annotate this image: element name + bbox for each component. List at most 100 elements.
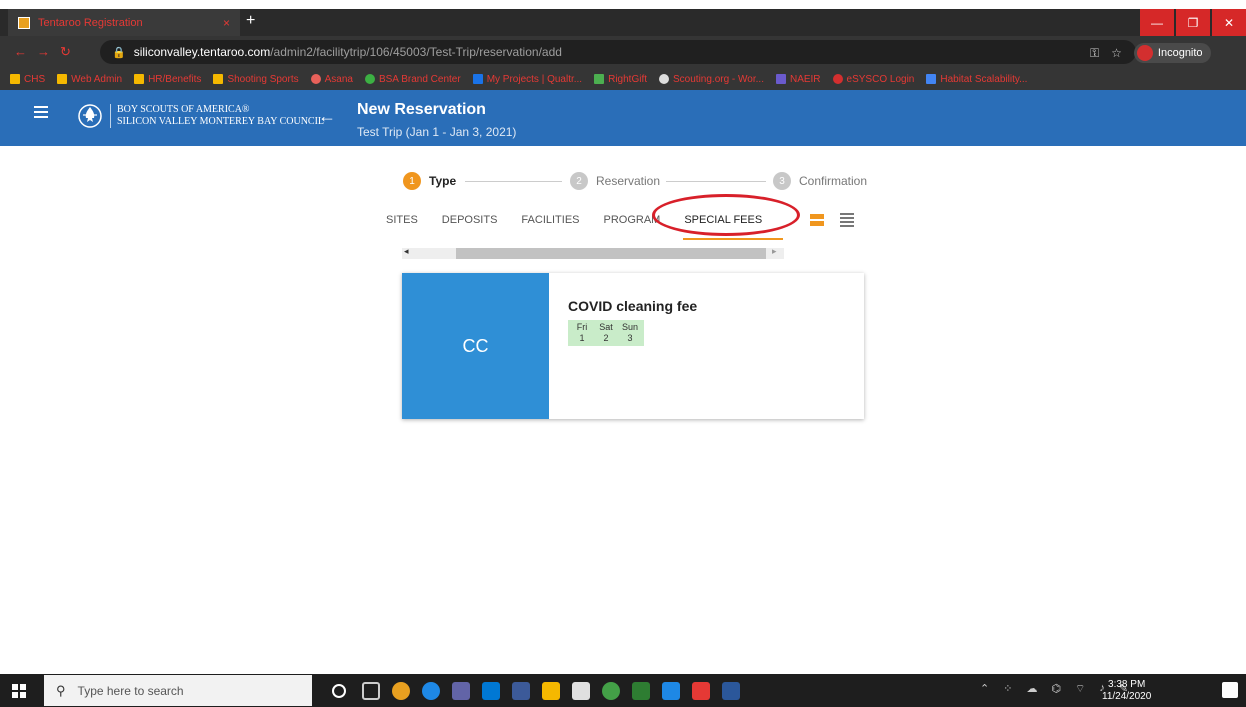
- qualtrics-icon: [472, 74, 483, 84]
- chevron-up-icon[interactable]: ⌃: [980, 682, 989, 696]
- cortana-icon[interactable]: [332, 684, 346, 698]
- search-placeholder: Type here to search: [77, 683, 184, 698]
- bookmark-item[interactable]: Shooting Sports: [213, 74, 299, 85]
- scouting-icon: [659, 74, 669, 84]
- page-title: New Reservation: [357, 101, 486, 118]
- tab-deposits[interactable]: DEPOSITS: [430, 214, 510, 226]
- tentaroo-favicon-icon: [18, 16, 30, 29]
- notepad-icon[interactable]: [572, 682, 590, 700]
- list-view-icon[interactable]: [840, 213, 854, 229]
- calculator-icon[interactable]: [632, 682, 650, 700]
- naeir-icon: [775, 74, 786, 84]
- tab-facilities[interactable]: FACILITIES: [509, 214, 591, 226]
- window-controls: — ❐ ✕: [1138, 9, 1246, 36]
- org-line1: BOY SCOUTS OF AMERICA®: [117, 104, 250, 115]
- back-nav-icon[interactable]: ←: [14, 44, 37, 59]
- tab-close-icon[interactable]: ×: [223, 16, 230, 30]
- bookmark-item[interactable]: CHS: [10, 74, 45, 85]
- key-icon[interactable]: ⚿: [1090, 46, 1099, 61]
- bookmark-item[interactable]: Habitat Scalability...: [926, 74, 1027, 85]
- task-view-icon[interactable]: [362, 682, 380, 700]
- bookmark-item[interactable]: BSA Brand Center: [364, 74, 461, 85]
- scroll-left-icon[interactable]: ◂: [404, 246, 409, 257]
- windows-start-icon[interactable]: [12, 684, 26, 698]
- step-label: Reservation: [596, 174, 661, 188]
- word-icon[interactable]: [722, 682, 740, 700]
- incognito-label: Incognito: [1157, 47, 1203, 59]
- star-icon[interactable]: ☆: [1111, 46, 1122, 60]
- taskbar-clock[interactable]: 3:38 PM 11/24/2020: [1102, 679, 1151, 703]
- asana-icon: [310, 74, 321, 84]
- new-tab-button[interactable]: +: [246, 12, 255, 30]
- special-fee-card[interactable]: CC COVID cleaning fee Fri 1 Sat 2 Sun 3: [402, 273, 864, 419]
- bookmark-item[interactable]: HR/Benefits: [134, 74, 201, 85]
- step-confirmation[interactable]: 3 Confirmation: [773, 172, 867, 190]
- window-close-icon[interactable]: ✕: [1212, 9, 1246, 36]
- address-bar-actions: ⚿ ☆ Incognito: [1090, 43, 1211, 63]
- tab-sites[interactable]: SITES: [386, 214, 430, 226]
- day-cell: Sat 2: [599, 322, 613, 343]
- scroll-right-icon[interactable]: ▸: [772, 246, 777, 257]
- restore-icon[interactable]: ❐: [1176, 9, 1210, 36]
- sync-icon[interactable]: [602, 682, 620, 700]
- minimize-icon[interactable]: —: [1140, 9, 1174, 36]
- url-host: siliconvalley.tentaroo.com: [133, 45, 271, 59]
- sysco-icon: [832, 74, 843, 84]
- url-input[interactable]: 🔒 siliconvalley.tentaroo.com /admin2/fac…: [100, 40, 1136, 64]
- incognito-icon: [1136, 45, 1153, 61]
- mail-icon[interactable]: [662, 682, 680, 700]
- active-tab-indicator: [683, 238, 783, 240]
- habitat-icon: [926, 74, 937, 84]
- edge-icon[interactable]: [422, 682, 440, 700]
- step-label: Confirmation: [799, 174, 868, 188]
- step-number: 1: [403, 172, 421, 190]
- browser-tab[interactable]: Tentaroo Registration ×: [8, 9, 240, 36]
- incognito-badge[interactable]: Incognito: [1133, 43, 1211, 63]
- bookmark-item[interactable]: Asana: [310, 74, 353, 85]
- onedrive-icon[interactable]: ☁: [1026, 682, 1037, 696]
- network-icon[interactable]: ⌬: [1051, 682, 1061, 696]
- step-type[interactable]: 1 Type: [403, 172, 456, 190]
- bookmark-item[interactable]: RightGift: [594, 74, 647, 85]
- folder-icon: [134, 74, 145, 84]
- notifications-icon[interactable]: [1222, 682, 1238, 698]
- scrollbar-thumb[interactable]: [456, 248, 766, 259]
- top-edge: [0, 0, 1246, 9]
- bookmark-item[interactable]: Scouting.org - Wor...: [659, 74, 764, 85]
- step-connector: [465, 181, 562, 182]
- chrome-icon[interactable]: [392, 682, 410, 700]
- day-cell: Sun 3: [621, 322, 638, 343]
- dropbox-icon[interactable]: ⁘: [1003, 682, 1012, 696]
- reload-icon[interactable]: ↻: [60, 44, 81, 59]
- back-arrow-icon[interactable]: ←: [318, 106, 336, 127]
- teams-icon[interactable]: [452, 682, 470, 700]
- step-number: 2: [570, 172, 588, 190]
- taskbar-search-input[interactable]: ⚲ Type here to search: [44, 675, 312, 706]
- bookmarks-bar: CHS Web Admin HR/Benefits Shooting Sport…: [0, 68, 1246, 90]
- paint-icon[interactable]: [692, 682, 710, 700]
- wifi-icon[interactable]: ⌔: [1075, 682, 1085, 696]
- bookmark-item[interactable]: eSYSCO Login: [832, 74, 914, 85]
- file-explorer-icon[interactable]: [542, 682, 560, 700]
- fee-title: COVID cleaning fee: [568, 298, 698, 314]
- card-view-icon[interactable]: [810, 214, 824, 228]
- rightgift-icon: [594, 74, 605, 84]
- hamburger-menu-icon[interactable]: [34, 106, 48, 121]
- step-label: Type: [429, 174, 457, 188]
- search-icon: ⚲: [56, 682, 66, 698]
- folder-icon: [10, 74, 20, 84]
- org-line2: SILICON VALLEY MONTEREY BAY COUNCIL: [117, 116, 325, 127]
- bookmark-item[interactable]: NAEIR: [775, 74, 821, 85]
- forward-nav-icon[interactable]: →: [37, 44, 60, 59]
- app-icon[interactable]: [512, 682, 530, 700]
- outlook-icon[interactable]: [482, 682, 500, 700]
- bsa-icon: [364, 74, 375, 84]
- lock-icon: 🔒: [112, 46, 126, 59]
- folder-icon: [57, 74, 68, 84]
- day-cell: Fri 1: [576, 322, 588, 343]
- bookmark-item[interactable]: My Projects | Qualtr...: [472, 74, 582, 85]
- nav-buttons: ←→↻: [14, 44, 81, 60]
- org-name: BOY SCOUTS OF AMERICA® SILICON VALLEY MO…: [110, 104, 324, 128]
- step-reservation[interactable]: 2 Reservation: [570, 172, 660, 190]
- bookmark-item[interactable]: Web Admin: [57, 74, 122, 85]
